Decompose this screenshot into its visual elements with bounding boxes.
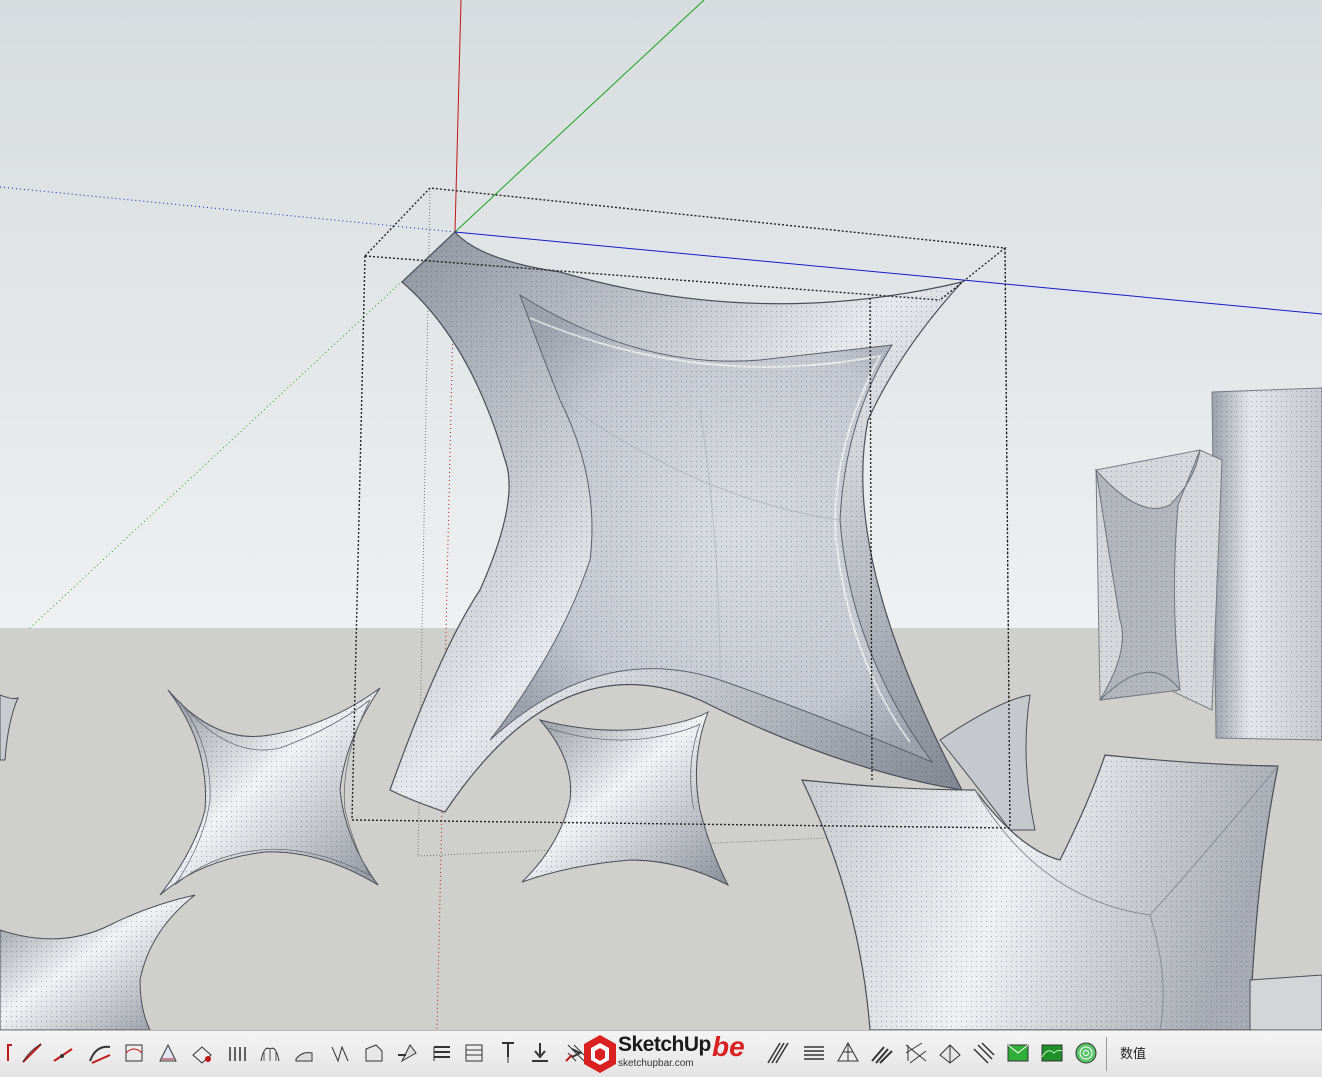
fold-surface-icon: [939, 1044, 961, 1064]
grid-surface-icon: [229, 1047, 246, 1061]
brand-name: SketchUp: [618, 1033, 711, 1056]
strips-icon: [871, 1046, 893, 1064]
twist-tool-button[interactable]: [326, 1039, 354, 1067]
sweep-tool-button[interactable]: [360, 1039, 388, 1067]
scene-canvas[interactable]: [0, 0, 1322, 1030]
brand-url: sketchupbar.com: [618, 1058, 694, 1069]
loft-tool-button[interactable]: [256, 1039, 284, 1067]
push-down-icon: [532, 1043, 548, 1062]
fold-surface-tool-button[interactable]: [936, 1039, 964, 1067]
strips-tool-button[interactable]: [868, 1039, 896, 1067]
measurements-input[interactable]: [1160, 1039, 1320, 1067]
curve-tool-tool-button[interactable]: [86, 1039, 114, 1067]
terrain-green-icon: [1007, 1044, 1029, 1062]
extrude-path-icon: [295, 1052, 313, 1062]
bezier-surface-tool-button[interactable]: [120, 1039, 148, 1067]
soften-tool-button[interactable]: [394, 1039, 422, 1067]
terrain-green-tool-button[interactable]: [1004, 1039, 1032, 1067]
hatch-icon: [767, 1042, 789, 1064]
bezier-surface-icon: [125, 1044, 143, 1062]
sandbox-tool-button[interactable]: [1072, 1039, 1100, 1067]
layer-stack-tool-button[interactable]: [460, 1039, 488, 1067]
sweep-icon: [365, 1044, 383, 1062]
triangulate-tool-button[interactable]: [188, 1039, 216, 1067]
model-viewport[interactable]: [0, 0, 1322, 1030]
hatch-tool-button[interactable]: [764, 1039, 792, 1067]
bottom-toolbar: SketchUp be sketchupbar.com 数值: [0, 1030, 1322, 1077]
brand-suffix: be: [712, 1031, 745, 1062]
lattice-icon: [905, 1042, 927, 1064]
push-down-tool-button[interactable]: [526, 1039, 554, 1067]
loft-icon: [260, 1047, 280, 1062]
terrain-contour-icon: [1041, 1044, 1063, 1062]
triangulate-icon: [192, 1046, 212, 1064]
lattice-tool-button[interactable]: [902, 1039, 930, 1067]
protractor-tool-button[interactable]: [50, 1039, 78, 1067]
arc-tool-icon: [22, 1043, 42, 1063]
pin-tool-button[interactable]: [494, 1039, 522, 1067]
terrain-contour-tool-button[interactable]: [1038, 1039, 1066, 1067]
protractor-icon: [53, 1048, 73, 1062]
bounding-box-tool-button[interactable]: [154, 1039, 182, 1067]
stripes-tool-button[interactable]: [800, 1039, 828, 1067]
arc-tool-tool-button[interactable]: [18, 1039, 46, 1067]
measurements-label: 数值: [1120, 1047, 1147, 1062]
flow-surface-icon: [837, 1041, 859, 1062]
profile-icon: [433, 1046, 450, 1061]
soften-icon: [398, 1044, 417, 1063]
ribbon-tool-button[interactable]: [970, 1039, 998, 1067]
pin-icon: [502, 1042, 514, 1063]
toolbar-separator: [1106, 1037, 1107, 1071]
flow-surface-tool-button[interactable]: [834, 1039, 862, 1067]
curve-tool-icon: [89, 1045, 111, 1064]
sketchup-brand-logo: SketchUp be sketchupbar.com: [580, 1031, 750, 1077]
layer-stack-icon: [465, 1044, 483, 1062]
ribbon-icon: [973, 1042, 995, 1064]
bounding-box-icon: [159, 1043, 177, 1062]
profile-tool-button[interactable]: [428, 1039, 456, 1067]
extrude-path-tool-button[interactable]: [290, 1039, 318, 1067]
sandbox-icon: [1075, 1042, 1097, 1064]
stripes-icon: [804, 1046, 824, 1060]
sketchup-logo-icon: [584, 1035, 616, 1073]
grid-surface-tool-button[interactable]: [224, 1039, 252, 1067]
twist-icon: [331, 1045, 349, 1063]
